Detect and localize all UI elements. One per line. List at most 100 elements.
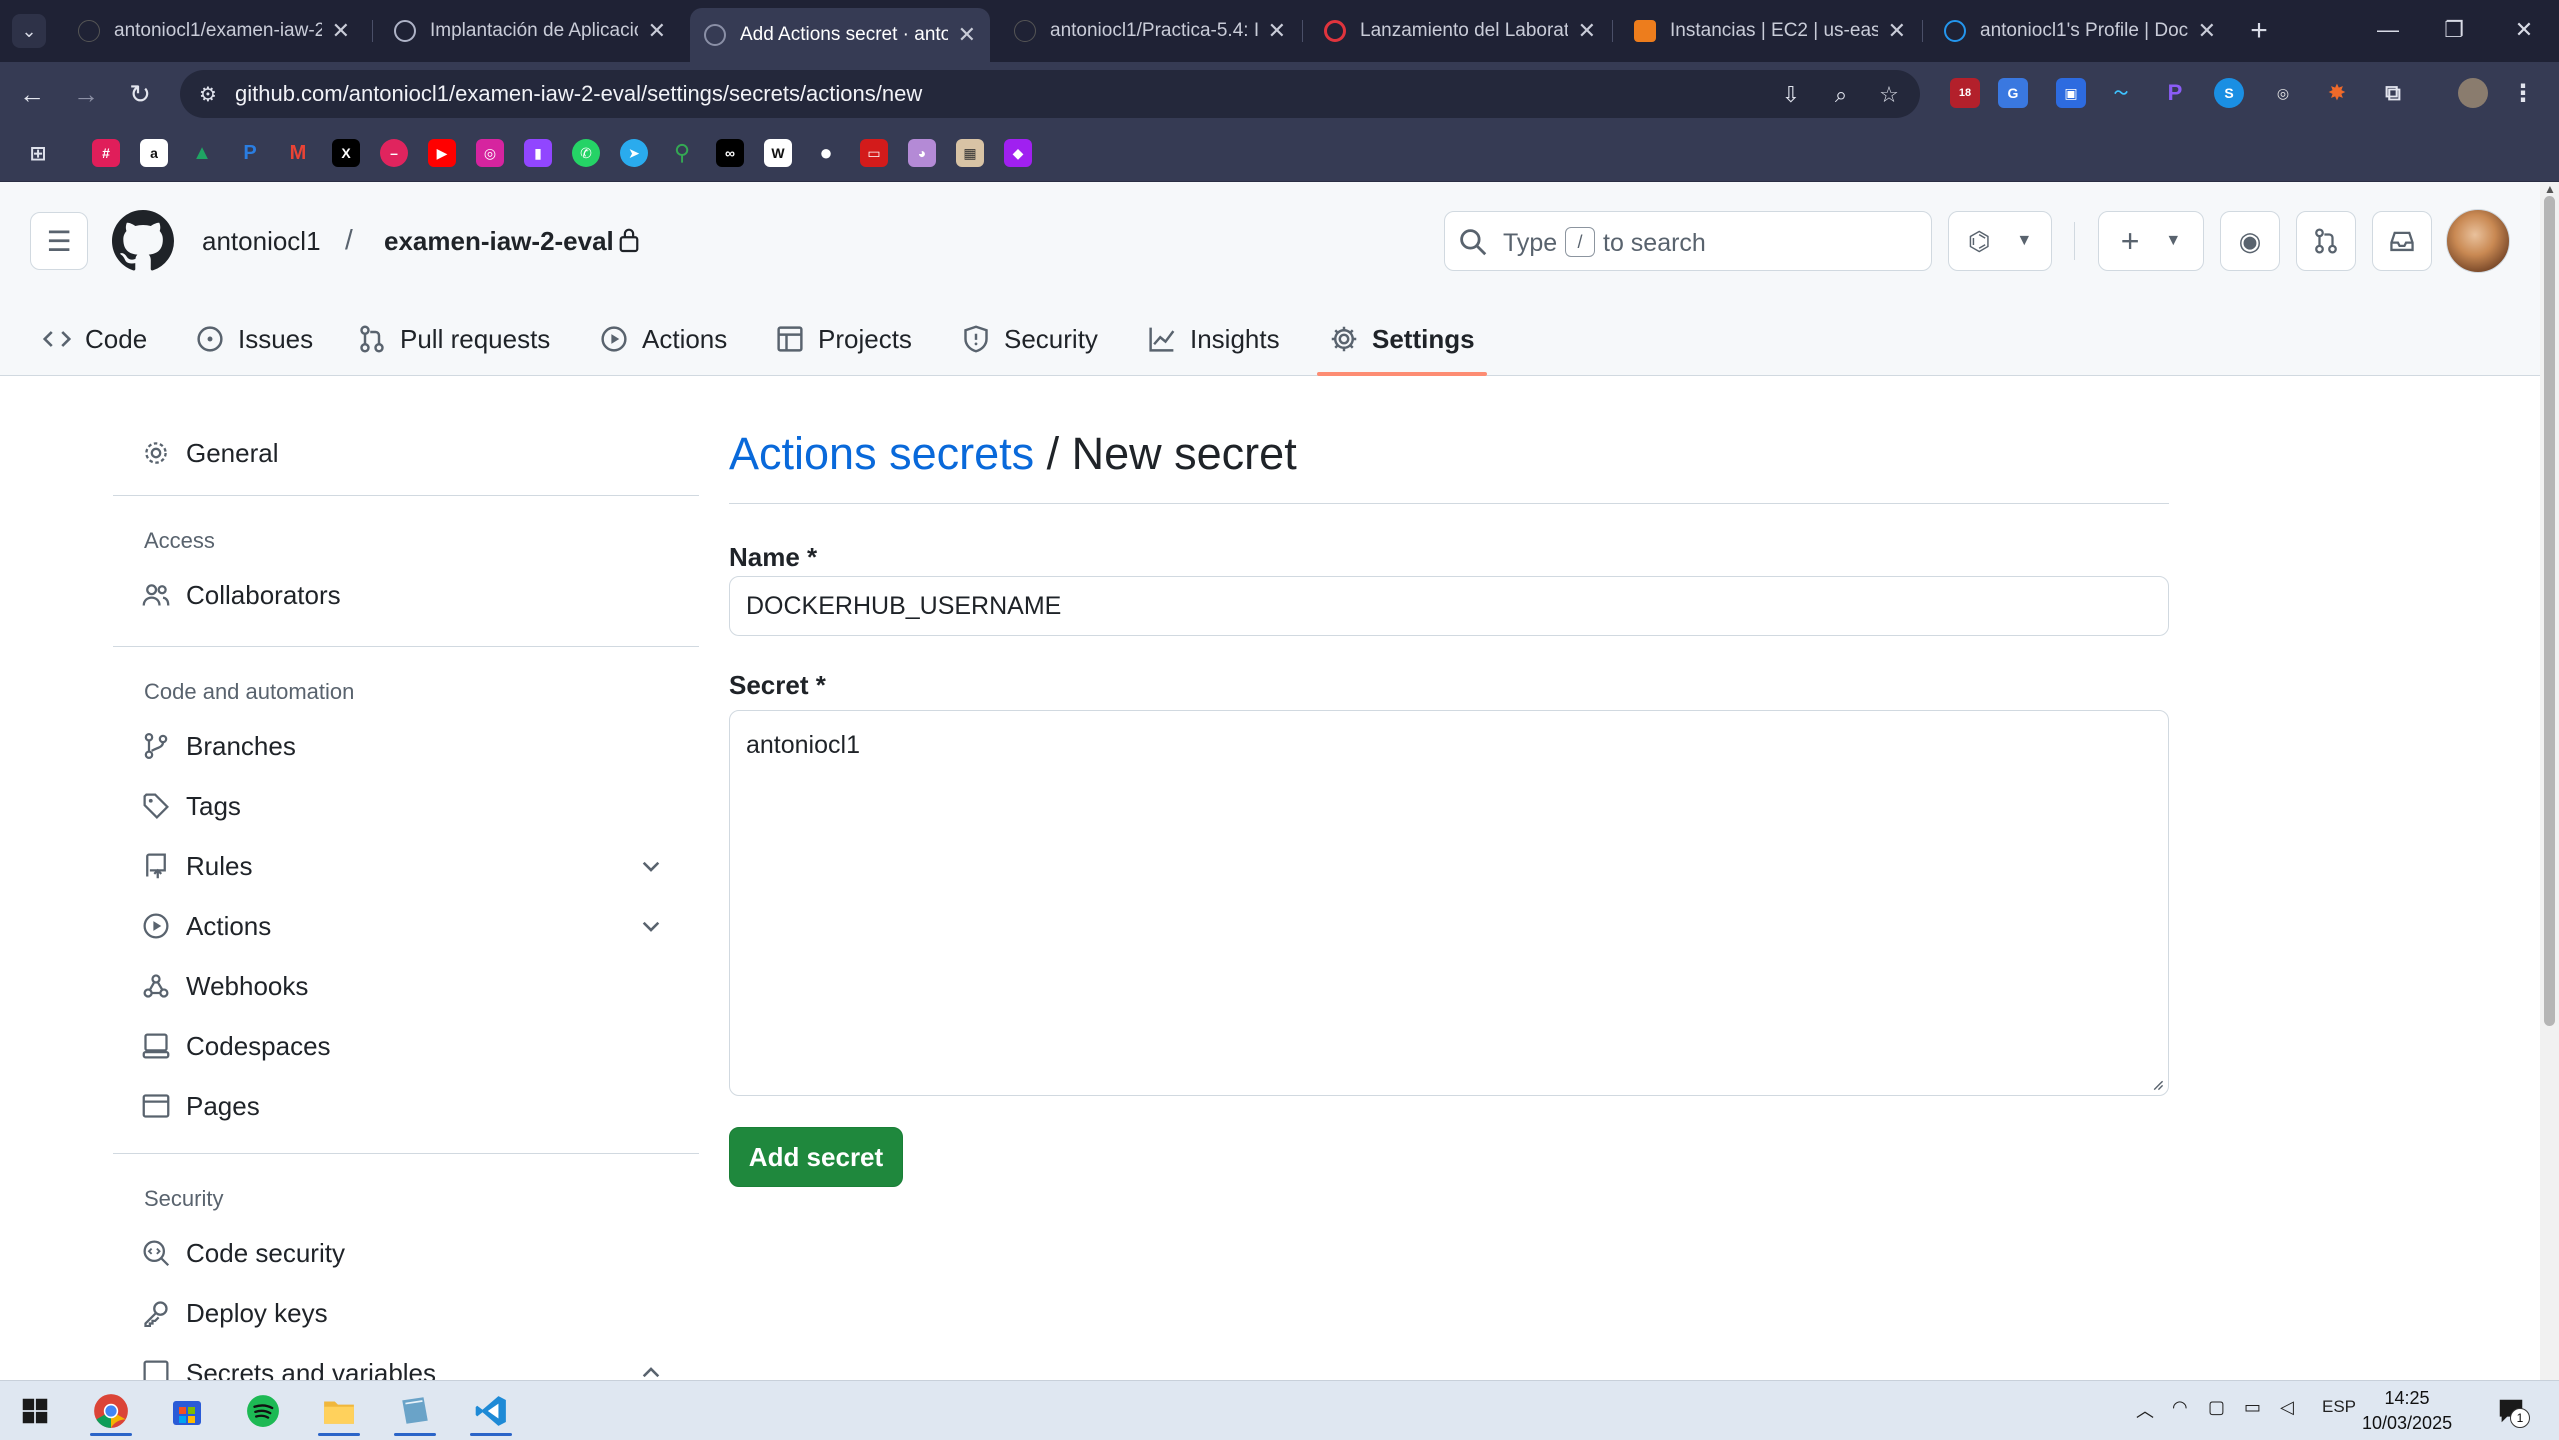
instagram-bookmark-icon[interactable]: ◎ — [476, 139, 504, 167]
sidebar-item-collaborators[interactable]: Collaborators — [142, 570, 341, 620]
github-logo-icon[interactable] — [112, 210, 174, 272]
p-extension-icon[interactable]: P — [2160, 78, 2190, 108]
chevron-down-icon[interactable] — [638, 913, 664, 939]
sidebar-item-rules[interactable]: Rules — [142, 841, 252, 891]
puzzle-extensions-icon[interactable]: ⧉ — [2378, 78, 2408, 108]
site-info-icon[interactable]: ⚙ — [194, 80, 222, 108]
amazon-bookmark-icon[interactable]: a — [140, 139, 168, 167]
sidebar-item-deploy-keys[interactable]: Deploy keys — [142, 1288, 328, 1338]
red-circle-bookmark-icon[interactable]: – — [380, 139, 408, 167]
search-input[interactable]: Type / to search — [1444, 211, 1932, 271]
file-explorer-taskbar-icon[interactable] — [314, 1386, 364, 1436]
wikipedia-bookmark-icon[interactable]: W — [764, 139, 792, 167]
sidebar-item-secrets-variables[interactable]: Secrets and variables — [142, 1348, 436, 1380]
screen-extension-icon[interactable]: ▣ — [2056, 78, 2086, 108]
notification-center-icon[interactable]: 1 — [2486, 1386, 2536, 1436]
gmail-bookmark-icon[interactable]: M — [284, 139, 312, 167]
apple-bookmark-icon[interactable]: ● — [812, 139, 840, 167]
tab-pull-requests[interactable]: Pull requests — [358, 302, 550, 376]
add-secret-button[interactable]: Add secret — [729, 1127, 903, 1187]
sidebar-item-tags[interactable]: Tags — [142, 781, 241, 831]
new-tab-button[interactable]: + — [2240, 12, 2278, 50]
close-tab-icon[interactable]: ✕ — [332, 18, 350, 44]
extension-badge-icon[interactable]: 18 — [1950, 78, 1980, 108]
close-window-icon[interactable]: ✕ — [2494, 10, 2554, 50]
language-indicator[interactable]: ESP — [2322, 1397, 2356, 1417]
close-tab-icon[interactable]: ✕ — [1268, 18, 1286, 44]
volume-muted-icon[interactable]: ◁ — [2280, 1397, 2294, 1418]
x-bookmark-icon[interactable]: X — [332, 139, 360, 167]
copilot-button[interactable]: ⌬ ▼ — [1948, 211, 2052, 271]
sidebar-item-general[interactable]: General — [142, 428, 279, 478]
bookmark-star-icon[interactable]: ☆ — [1874, 80, 1904, 110]
sidebar-item-webhooks[interactable]: Webhooks — [142, 961, 308, 1011]
browser-tab-7[interactable]: antoniocl1's Profile | Dock ✕ — [1930, 8, 2230, 54]
tab-actions[interactable]: Actions — [600, 302, 727, 376]
restore-icon[interactable]: ❐ — [2424, 10, 2484, 50]
repo-owner-link[interactable]: antoniocl1 — [202, 226, 321, 257]
wave-extension-icon[interactable]: 〜 — [2106, 78, 2136, 108]
vscode-taskbar-icon[interactable] — [466, 1386, 516, 1436]
sidebar-item-codespaces[interactable]: Codespaces — [142, 1021, 331, 1071]
chrome-taskbar-icon[interactable] — [86, 1386, 136, 1436]
browser-tab-1[interactable]: antoniocl1/examen-iaw-2 ✕ — [64, 8, 364, 54]
scroll-up-arrow-icon[interactable]: ▲ — [2544, 182, 2556, 196]
sidebar-item-pages[interactable]: Pages — [142, 1081, 260, 1131]
create-new-button[interactable]: + ▼ — [2098, 211, 2204, 271]
user-avatar[interactable] — [2446, 209, 2510, 273]
store-taskbar-icon[interactable] — [162, 1386, 212, 1436]
purple-bookmark-icon[interactable]: ◆ — [1004, 139, 1032, 167]
paypal-bookmark-icon[interactable]: P — [236, 139, 264, 167]
inbox-button[interactable] — [2372, 211, 2432, 271]
drive-bookmark-icon[interactable]: ▲ — [188, 139, 216, 167]
forward-arrow-icon[interactable]: → — [66, 74, 106, 114]
secret-value-textarea[interactable]: antoniocl1 — [729, 710, 2169, 1096]
infinity-bookmark-icon[interactable]: ∞ — [716, 139, 744, 167]
glasses-extension-icon[interactable]: ◎ — [2268, 78, 2298, 108]
actions-secrets-link[interactable]: Actions secrets — [729, 428, 1034, 479]
browser-tab-5[interactable]: Lanzamiento del Laborato ✕ — [1310, 8, 1610, 54]
device-icon[interactable]: ▢ — [2208, 1397, 2225, 1418]
telegram-bookmark-icon[interactable]: ➤ — [620, 139, 648, 167]
system-clock[interactable]: 14:25 10/03/2025 — [2362, 1386, 2452, 1436]
slack-bookmark-icon[interactable]: # — [92, 139, 120, 167]
maps-bookmark-icon[interactable]: ⚲ — [668, 139, 696, 167]
red-square-bookmark-icon[interactable]: ▭ — [860, 139, 888, 167]
scrollbar-thumb[interactable] — [2544, 196, 2555, 1026]
resize-handle-icon[interactable] — [2150, 1077, 2164, 1091]
show-hidden-icons-chevron-icon[interactable]: ︿ — [2136, 1397, 2154, 1423]
minimize-icon[interactable]: — — [2358, 10, 2418, 50]
repo-name-link[interactable]: examen-iaw-2-eval — [384, 226, 614, 257]
install-app-icon[interactable]: ⇩ — [1776, 80, 1806, 110]
image-bookmark-icon[interactable]: ▦ — [956, 139, 984, 167]
sidebar-item-branches[interactable]: Branches — [142, 721, 296, 771]
browser-tab-2[interactable]: Implantación de Aplicacio ✕ — [380, 8, 680, 54]
network-icon[interactable]: ◠ — [2172, 1397, 2188, 1418]
pull-requests-button[interactable] — [2296, 211, 2356, 271]
close-tab-icon[interactable]: ✕ — [1578, 18, 1596, 44]
profile-avatar-icon[interactable] — [2458, 78, 2488, 108]
apps-grid-icon[interactable]: ⊞ — [24, 139, 52, 167]
tab-insights[interactable]: Insights — [1148, 302, 1280, 376]
windows-start-icon[interactable] — [10, 1386, 60, 1436]
chevron-up-icon[interactable] — [638, 1360, 664, 1380]
s-extension-icon[interactable]: S — [2214, 78, 2244, 108]
chevron-down-icon[interactable] — [638, 853, 664, 879]
sidebar-item-actions[interactable]: Actions — [142, 901, 271, 951]
battery-icon[interactable]: ▭ — [2244, 1397, 2261, 1418]
zoom-icon[interactable]: ⌕ — [1826, 80, 1856, 110]
browser-menu-icon[interactable]: ⋮ — [2508, 78, 2538, 108]
tab-security[interactable]: Security — [962, 302, 1098, 376]
reload-icon[interactable]: ↻ — [120, 74, 160, 114]
notes-taskbar-icon[interactable] — [390, 1386, 440, 1436]
translate-extension-icon[interactable]: G — [1998, 78, 2028, 108]
tab-projects[interactable]: Projects — [776, 302, 912, 376]
youtube-bookmark-icon[interactable]: ▶ — [428, 139, 456, 167]
close-tab-icon[interactable]: ✕ — [1888, 18, 1906, 44]
page-scrollbar[interactable]: ▲ — [2540, 182, 2559, 1380]
whatsapp-bookmark-icon[interactable]: ✆ — [572, 139, 600, 167]
anime-bookmark-icon[interactable]: ◕ — [908, 139, 936, 167]
browser-tab-6[interactable]: Instancias | EC2 | us-east- ✕ — [1620, 8, 1920, 54]
close-tab-icon[interactable]: ✕ — [2198, 18, 2216, 44]
address-bar[interactable]: ⚙ github.com/antoniocl1/examen-iaw-2-eva… — [180, 70, 1920, 118]
